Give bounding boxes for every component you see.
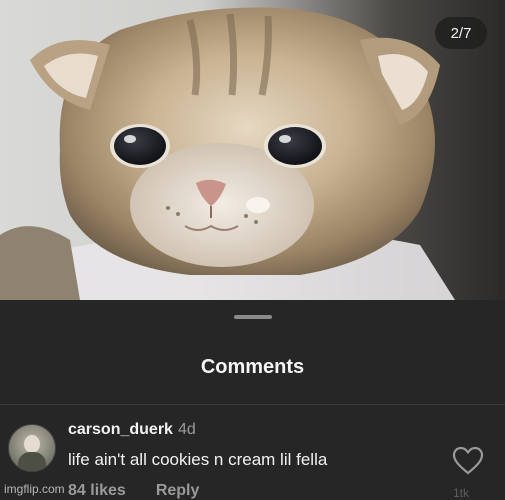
sheet-drag-handle[interactable] bbox=[234, 315, 272, 319]
image-counter-badge: 2/7 bbox=[435, 17, 487, 49]
comment-timestamp: 4d bbox=[177, 421, 196, 438]
like-button[interactable] bbox=[452, 446, 484, 476]
like-count-side: 1tk bbox=[453, 486, 470, 500]
avatar[interactable] bbox=[8, 424, 56, 472]
comments-sheet: Comments carson_duerk 4d life ain't all c… bbox=[0, 300, 505, 500]
comments-title: Comments bbox=[200, 356, 305, 378]
avatar-face bbox=[24, 435, 40, 453]
comment-meta: 84 likes Reply bbox=[68, 482, 229, 500]
comment-likes-count[interactable]: 84 likes bbox=[68, 482, 126, 499]
comment-username[interactable]: carson_duerk bbox=[68, 421, 173, 438]
comment-text: life ain't all cookies n cream lil fella bbox=[68, 450, 328, 469]
reply-button[interactable]: Reply bbox=[156, 482, 200, 499]
kitten-image bbox=[0, 7, 455, 300]
comment-item: carson_duerk 4d life ain't all cookies n … bbox=[0, 418, 505, 500]
comment-header: carson_duerk 4d bbox=[68, 421, 196, 439]
post-photo[interactable]: 2/7 bbox=[0, 0, 505, 300]
divider bbox=[0, 404, 505, 405]
heart-icon bbox=[452, 446, 484, 475]
watermark: imgflip.com bbox=[4, 482, 65, 496]
avatar-body bbox=[18, 452, 46, 471]
